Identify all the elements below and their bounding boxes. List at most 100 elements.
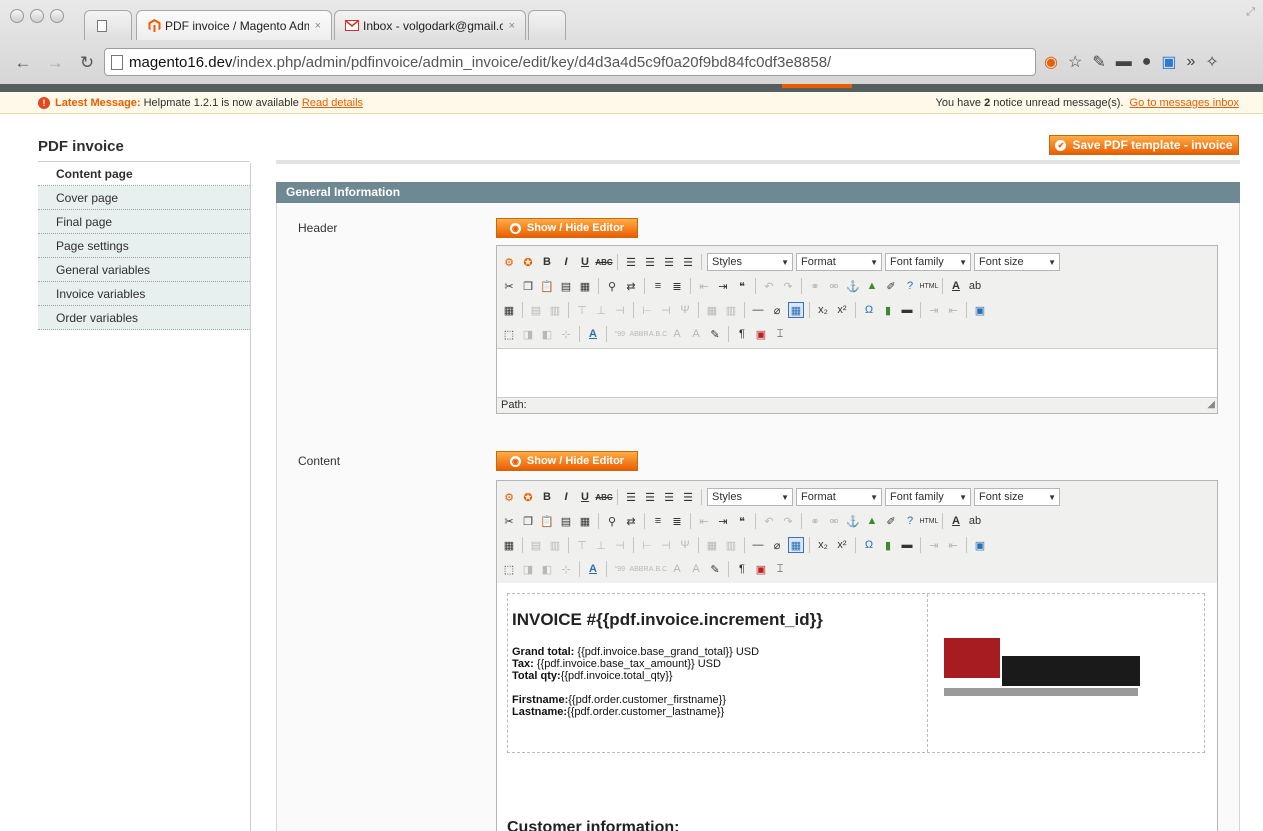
content-editor-area[interactable]: INVOICE #{{pdf.invoice.increment_id}} Gr…	[497, 583, 1217, 831]
del-icon[interactable]: A	[669, 326, 685, 342]
bold-icon[interactable]: B	[539, 489, 555, 505]
background-color-icon[interactable]: ab	[967, 278, 983, 294]
find-icon[interactable]: ⚲	[604, 278, 620, 294]
remove-format-icon[interactable]: ⌀	[769, 302, 785, 318]
bullet-list-icon[interactable]: ≡	[650, 278, 666, 294]
align-center-icon[interactable]: ☰	[642, 489, 658, 505]
undo-icon[interactable]: ↶	[761, 278, 777, 294]
acronym-icon[interactable]: A.B.C	[649, 561, 667, 577]
insert-widget-icon[interactable]: ⚙	[501, 254, 517, 270]
ltr-icon[interactable]: ⇥	[926, 537, 942, 553]
merge-cells-icon[interactable]: ▥	[723, 302, 739, 318]
format-select[interactable]: Format ▼	[796, 488, 882, 506]
cell-props-icon[interactable]: ▥	[547, 537, 563, 553]
magento-extension-icon[interactable]: ◉	[1044, 52, 1058, 72]
header-show-hide-editor-button[interactable]: ◉ Show / Hide Editor	[496, 218, 638, 238]
cite-icon[interactable]: “99	[612, 326, 628, 342]
insert-layer-icon[interactable]: ⬚	[501, 326, 517, 342]
styleprops-icon[interactable]: A	[585, 561, 601, 577]
html-source-icon[interactable]: HTML	[919, 513, 938, 529]
align-center-icon[interactable]: ☰	[642, 254, 658, 270]
row-props-icon[interactable]: ▤	[528, 302, 544, 318]
paste-word-icon[interactable]: ▦	[577, 278, 593, 294]
paste-icon[interactable]: 📋	[539, 513, 555, 529]
find-icon[interactable]: ⚲	[604, 513, 620, 529]
paste-icon[interactable]: 📋	[539, 278, 555, 294]
visual-chars-icon[interactable]: ¶	[734, 561, 750, 577]
nonbreaking-icon[interactable]: ▣	[753, 561, 769, 577]
bullet-list-icon[interactable]: ≡	[650, 513, 666, 529]
read-details-link[interactable]: Read details	[302, 97, 363, 109]
italic-icon[interactable]: I	[558, 254, 574, 270]
html-source-icon[interactable]: HTML	[919, 278, 938, 294]
media-icon[interactable]: ▮	[880, 537, 896, 553]
rtl-icon[interactable]: ⇤	[945, 302, 961, 318]
visual-chars-icon[interactable]: ¶	[734, 326, 750, 342]
hr-advanced-icon[interactable]: ▬	[899, 302, 915, 318]
replace-icon[interactable]: ⇄	[623, 513, 639, 529]
sidebar-item-general-variables[interactable]: General variables	[38, 258, 250, 282]
insert-variable-icon[interactable]: ✪	[520, 489, 536, 505]
ltr-icon[interactable]: ⇥	[926, 302, 942, 318]
numbered-list-icon[interactable]: ≣	[669, 278, 685, 294]
fullscreen-editor-icon[interactable]: ▣	[972, 302, 988, 318]
superscript-icon[interactable]: x²	[834, 302, 850, 318]
cell-props-icon[interactable]: ▥	[547, 302, 563, 318]
unlink-icon[interactable]: ⚮	[826, 278, 842, 294]
font-family-select[interactable]: Font family ▼	[885, 253, 971, 271]
font-size-select[interactable]: Font size ▼	[974, 488, 1060, 506]
insert-row-before-icon[interactable]: ⊤	[574, 537, 590, 553]
special-char-icon[interactable]: Ω	[861, 302, 877, 318]
table-insert-icon[interactable]: ▦	[501, 537, 517, 553]
ins-icon[interactable]: A	[688, 326, 704, 342]
background-color-icon[interactable]: ab	[967, 513, 983, 529]
blockquote-icon[interactable]: ❝	[734, 513, 750, 529]
cite-icon[interactable]: “99	[612, 561, 628, 577]
replace-icon[interactable]: ⇄	[623, 278, 639, 294]
move-backward-icon[interactable]: ◧	[539, 326, 555, 342]
visual-aid-icon[interactable]: ▦	[788, 302, 804, 318]
paste-text-icon[interactable]: ▤	[558, 513, 574, 529]
paste-word-icon[interactable]: ▦	[577, 513, 593, 529]
horizontal-rule-icon[interactable]: —	[750, 302, 766, 318]
messages-inbox-link[interactable]: Go to messages inbox	[1130, 97, 1239, 109]
copy-icon[interactable]: ❐	[520, 513, 536, 529]
header-editor-area[interactable]	[497, 349, 1217, 397]
cleanup-icon[interactable]: ✐	[883, 278, 899, 294]
format-select[interactable]: Format ▼	[796, 253, 882, 271]
fullscreen-editor-icon[interactable]: ▣	[972, 537, 988, 553]
horizontal-rule-icon[interactable]: —	[750, 537, 766, 553]
delete-row-icon[interactable]: ⊣	[612, 302, 628, 318]
help-icon[interactable]: ?	[902, 278, 918, 294]
reload-icon[interactable]: ↻	[78, 53, 96, 73]
content-show-hide-editor-button[interactable]: ◉ Show / Hide Editor	[496, 451, 638, 471]
table-insert-icon[interactable]: ▦	[501, 302, 517, 318]
sidebar-item-content-page[interactable]: Content page	[38, 162, 250, 186]
delete-col-icon[interactable]: Ψ	[677, 302, 693, 318]
align-justify-icon[interactable]: ☰	[680, 254, 696, 270]
copy-icon[interactable]: ❐	[520, 278, 536, 294]
help-icon[interactable]: ?	[902, 513, 918, 529]
abbr-icon[interactable]: ABBR	[629, 561, 648, 577]
underline-icon[interactable]: U	[577, 254, 593, 270]
insert-layer-icon[interactable]: ⬚	[501, 561, 517, 577]
indent-icon[interactable]: ⇥	[715, 278, 731, 294]
insert-row-before-icon[interactable]: ⊤	[574, 302, 590, 318]
bookmark-star-icon[interactable]: ☆	[1068, 52, 1082, 72]
absolute-icon[interactable]: ⊹	[558, 561, 574, 577]
delete-col-icon[interactable]: Ψ	[677, 537, 693, 553]
split-cells-icon[interactable]: ▦	[704, 302, 720, 318]
delete-row-icon[interactable]: ⊣	[612, 537, 628, 553]
undo-icon[interactable]: ↶	[761, 513, 777, 529]
remove-format-icon[interactable]: ⌀	[769, 537, 785, 553]
abbr-icon[interactable]: ABBR	[629, 326, 648, 342]
tab-pdf-invoice[interactable]: PDF invoice / Magento Admi ×	[136, 10, 332, 40]
row-props-icon[interactable]: ▤	[528, 537, 544, 553]
strikethrough-icon[interactable]: ABC	[595, 489, 612, 505]
align-left-icon[interactable]: ☰	[623, 254, 639, 270]
align-right-icon[interactable]: ☰	[661, 489, 677, 505]
unlink-icon[interactable]: ⚮	[826, 513, 842, 529]
zoom-window-button[interactable]	[50, 9, 64, 23]
screen-capture-icon[interactable]: ▣	[1161, 52, 1176, 72]
save-template-button[interactable]: ✔ Save PDF template - invoice	[1049, 135, 1239, 155]
